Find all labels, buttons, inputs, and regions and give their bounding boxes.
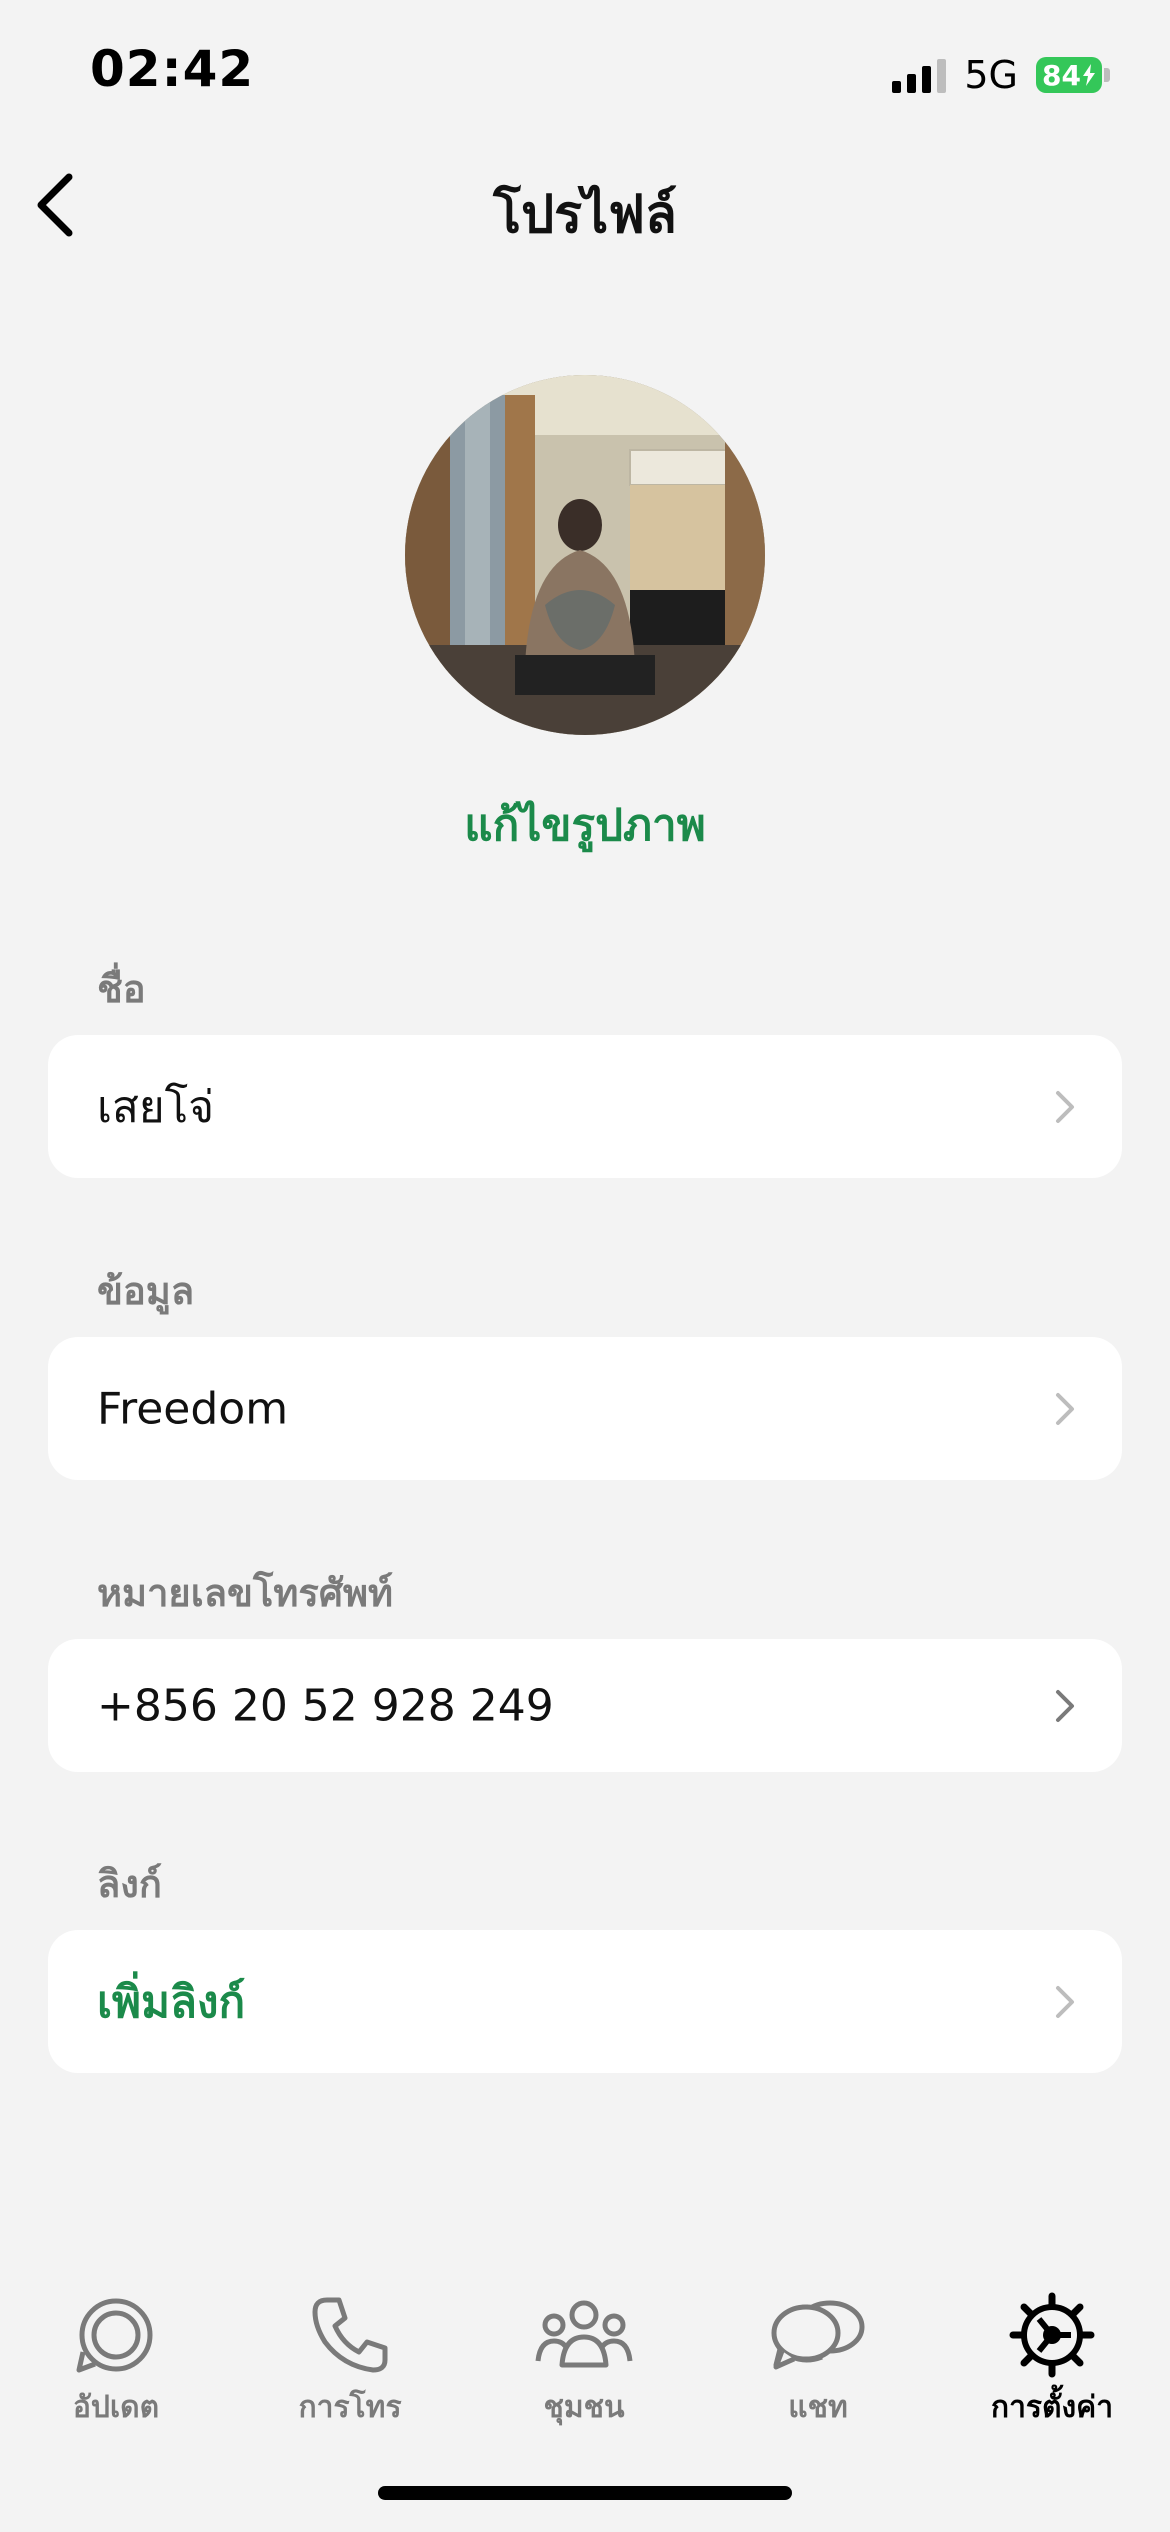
chevron-right-icon [1056, 1392, 1074, 1425]
name-field[interactable]: เสยโจ่ [48, 1035, 1122, 1178]
profile-photo [405, 375, 765, 735]
community-icon [535, 2300, 633, 2368]
tab-bar: อัปเดต การโทร ชุมชน แชท การตั้งค่า [0, 2290, 1170, 2450]
network-type: 5G [964, 53, 1018, 97]
tab-chats[interactable]: แชท [718, 2290, 918, 2440]
add-link-field[interactable]: เพิ่มลิงก์ [48, 1930, 1122, 2073]
tab-settings-label: การตั้งค่า [990, 2390, 1114, 2425]
home-indicator [378, 2486, 792, 2500]
settings-icon [1009, 2292, 1095, 2378]
add-link-value: เพิ่มลิงก์ [97, 1976, 246, 2028]
status-time: 02:42 [90, 40, 255, 98]
updates-icon [76, 2298, 153, 2373]
battery-icon: 84 [1036, 57, 1110, 93]
page-title: โปรไฟล์ [493, 185, 677, 245]
about-value: Freedom [97, 1383, 289, 1434]
status-bar: 02:42 5G 84 [0, 0, 1170, 150]
phone-icon [312, 2297, 388, 2373]
tab-calls[interactable]: การโทร [250, 2290, 450, 2440]
edit-photo-button[interactable]: แก้ไขรูปภาพ [0, 790, 1170, 860]
battery-level: 84 [1042, 58, 1081, 92]
tab-calls-label: การโทร [298, 2390, 402, 2425]
signal-icon [892, 57, 947, 93]
chat-icon [771, 2300, 865, 2370]
chevron-right-icon [1056, 1689, 1074, 1722]
phone-value: +856 20 52 928 249 [97, 1680, 554, 1731]
about-label: ข้อมูล [97, 1269, 195, 1313]
name-label: ชื่อ [97, 967, 146, 1011]
tab-communities[interactable]: ชุมชน [484, 2290, 684, 2440]
chevron-right-icon [1056, 1090, 1074, 1123]
about-field[interactable]: Freedom [48, 1337, 1122, 1480]
name-value: เสยโจ่ [97, 1081, 215, 1133]
tab-settings[interactable]: การตั้งค่า [952, 2290, 1152, 2440]
phone-field[interactable]: +856 20 52 928 249 [48, 1639, 1122, 1772]
tab-updates[interactable]: อัปเดต [16, 2290, 216, 2440]
phone-label: หมายเลขโทรศัพท์ [97, 1571, 394, 1615]
header: โปรไฟล์ [0, 160, 1170, 250]
link-label: ลิงก์ [97, 1862, 162, 1906]
tab-chats-label: แชท [788, 2390, 848, 2425]
tab-updates-label: อัปเดต [72, 2390, 160, 2425]
status-indicators: 5G 84 [892, 50, 1110, 100]
tab-communities-label: ชุมชน [543, 2390, 625, 2425]
profile-avatar[interactable] [405, 375, 765, 735]
chevron-right-icon [1056, 1985, 1074, 2018]
